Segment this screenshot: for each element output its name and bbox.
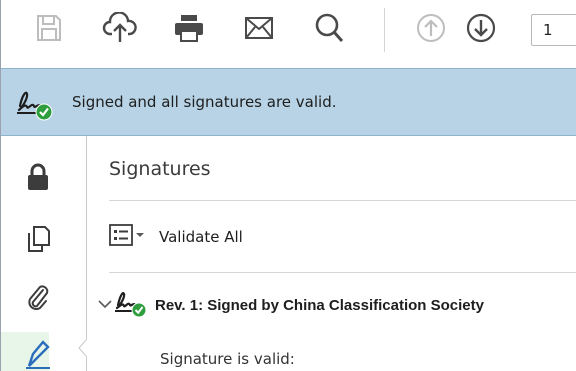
signatures-panel: Signatures Validate All Rev. 1: Signed b… xyxy=(87,136,576,371)
list-options-icon xyxy=(109,224,145,250)
mail-icon[interactable] xyxy=(241,10,277,46)
panel-title: Signatures xyxy=(109,158,211,180)
panel-divider-top xyxy=(109,200,576,201)
signature-row[interactable]: Rev. 1: Signed by China Classification S… xyxy=(97,288,484,322)
signature-detail: Signature is valid: xyxy=(160,350,295,368)
signature-status-banner: Signed and all signatures are valid. xyxy=(1,68,576,136)
panel-divider-middle xyxy=(109,272,576,273)
attachment-icon[interactable] xyxy=(23,280,53,314)
next-page-icon[interactable] xyxy=(463,10,499,46)
toolbar: 1 xyxy=(1,0,576,68)
save-icon[interactable] xyxy=(31,10,67,46)
signature-title: Rev. 1: Signed by China Classification S… xyxy=(155,296,484,314)
cloud-upload-icon[interactable] xyxy=(101,10,139,46)
signature-valid-icon xyxy=(14,86,54,122)
print-icon[interactable] xyxy=(171,10,207,46)
signature-status-text: Signed and all signatures are valid. xyxy=(72,93,337,111)
chevron-down-icon[interactable] xyxy=(97,296,113,315)
nav-rail xyxy=(1,136,87,371)
lock-icon[interactable] xyxy=(23,160,53,194)
previous-page-icon[interactable] xyxy=(413,10,449,46)
toolbar-divider xyxy=(384,8,385,52)
page-number-input[interactable]: 1 xyxy=(531,14,576,46)
validate-all-button[interactable]: Validate All xyxy=(109,220,243,254)
search-icon[interactable] xyxy=(311,10,347,46)
signature-pen-icon[interactable] xyxy=(23,336,53,370)
app-window: 1 Signed and all signatures are valid. S… xyxy=(0,0,576,371)
validate-all-label: Validate All xyxy=(159,228,243,246)
pages-icon[interactable] xyxy=(23,222,53,256)
signature-valid-icon xyxy=(113,288,149,322)
